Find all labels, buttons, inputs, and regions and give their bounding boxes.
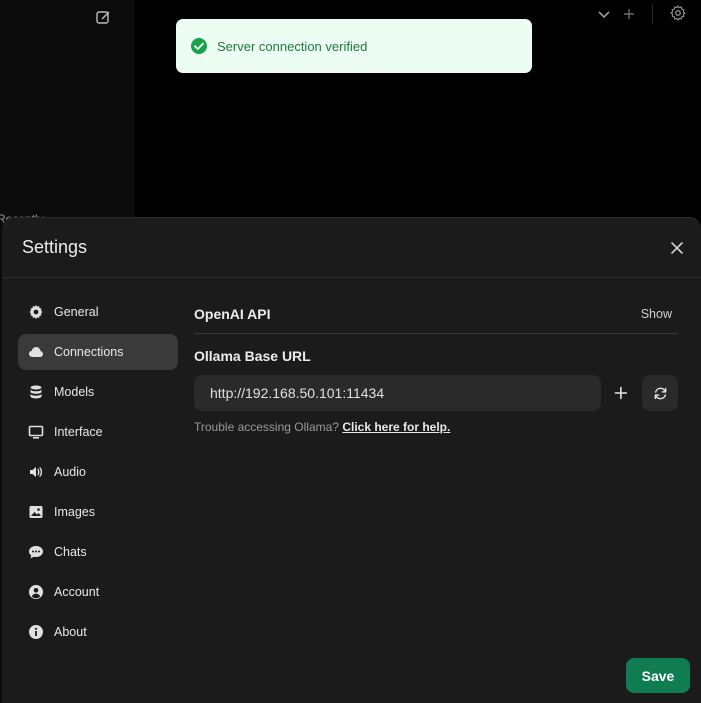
nav-label: Account [54,585,100,599]
nav-label: Interface [54,425,103,439]
connections-panel: OpenAI API Show Ollama Base URL http://1… [194,294,678,434]
settings-nav: General Connections Models Interface Aud… [18,294,178,654]
modal-header: Settings [2,218,701,278]
show-toggle[interactable]: Show [641,307,672,321]
toast-message: Server connection verified [217,38,368,54]
speaker-icon [30,467,43,477]
nav-label: Images [54,505,95,519]
success-toast: Server connection verified [176,19,532,73]
chevron-down-icon[interactable] [596,6,612,22]
help-link[interactable]: Click here for help. [342,420,450,434]
nav-item-models[interactable]: Models [18,374,178,410]
save-button[interactable]: Save [626,658,690,693]
plus-icon[interactable] [622,7,636,21]
modal-title: Settings [22,237,88,257]
chat-bubble-icon [29,546,43,559]
gear-icon [29,305,43,319]
verify-connection-button[interactable] [642,375,678,411]
nav-label: Chats [54,545,87,559]
nav-label: Models [54,385,95,399]
refresh-icon [654,387,667,399]
nav-item-account[interactable]: Account [18,574,178,610]
nav-item-audio[interactable]: Audio [18,454,178,490]
app-window: Recently Server connection verified Sett… [0,0,701,703]
settings-gear-icon[interactable] [669,4,687,22]
image-icon [29,506,43,518]
close-icon[interactable] [669,240,685,256]
openai-section: OpenAI API Show [194,294,678,334]
divider [652,4,653,24]
monitor-icon [28,425,44,439]
check-circle-icon [191,38,207,54]
nav-label: About [54,625,87,639]
ollama-url-input[interactable] [194,375,601,411]
hint-text: Trouble accessing Ollama? [194,420,339,434]
info-icon [29,625,43,639]
ollama-url-row [194,375,678,411]
nav-label: General [54,305,99,319]
settings-modal: Settings General Connections Models Inte… [2,217,701,703]
user-circle-icon [29,585,43,599]
nav-item-connections[interactable]: Connections [18,334,178,370]
database-icon [30,385,42,399]
new-chat-icon[interactable] [95,9,111,25]
nav-item-chats[interactable]: Chats [18,534,178,570]
add-url-button[interactable] [613,385,629,401]
nav-label: Audio [54,465,86,479]
nav-label: Connections [54,345,124,359]
ollama-help-hint: Trouble accessing Ollama? Click here for… [194,420,678,434]
nav-item-about[interactable]: About [18,614,178,650]
ollama-url-label: Ollama Base URL [194,348,311,364]
nav-item-general[interactable]: General [18,294,178,330]
cloud-icon [29,347,43,357]
openai-title: OpenAI API [194,305,271,322]
nav-item-interface[interactable]: Interface [18,414,178,450]
nav-item-images[interactable]: Images [18,494,178,530]
